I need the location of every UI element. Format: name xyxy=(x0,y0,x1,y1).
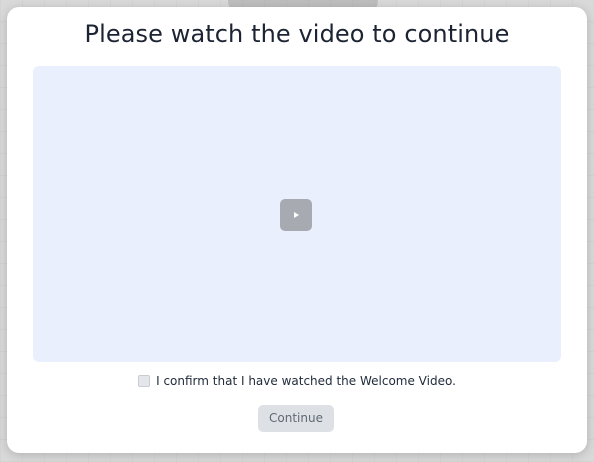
video-modal: Please watch the video to continue I con… xyxy=(7,7,587,453)
video-player[interactable] xyxy=(33,66,561,362)
confirm-checkbox[interactable] xyxy=(138,375,151,387)
confirmation-label: I confirm that I have watched the Welcom… xyxy=(156,374,456,388)
play-button[interactable] xyxy=(280,199,312,231)
page-background: Please watch the video to continue I con… xyxy=(0,0,594,462)
play-icon xyxy=(294,212,299,218)
confirmation-row[interactable]: I confirm that I have watched the Welcom… xyxy=(7,372,587,390)
continue-button[interactable]: Continue xyxy=(258,405,334,432)
modal-title: Please watch the video to continue xyxy=(84,20,510,48)
